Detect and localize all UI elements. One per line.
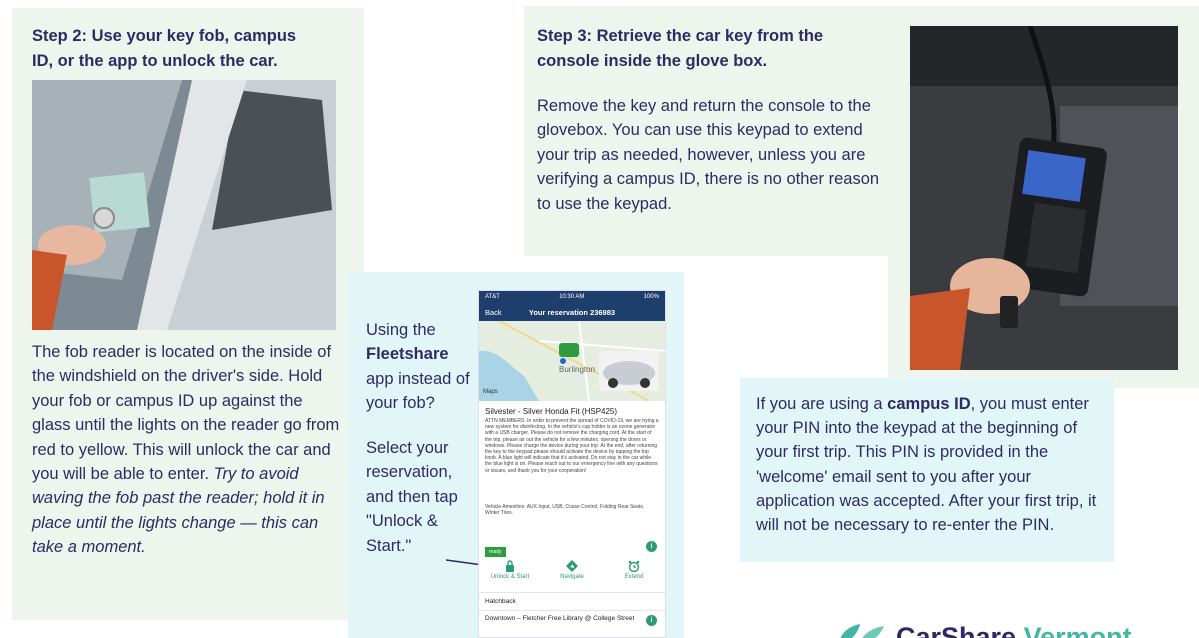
select-reservation-text: Select your reservation, and then tap "U… [366, 439, 458, 555]
leaf-logo-icon [840, 624, 884, 638]
phone-status-bar: AT&T 10:30 AM 100% [479, 291, 665, 303]
campus-id-text: If you are using a campus ID, you must e… [756, 395, 1097, 535]
ready-row: ready i [479, 540, 665, 557]
carshare-vermont-logo: CarShare Vermont [830, 616, 1199, 638]
car-window-photo [32, 80, 336, 330]
back-button[interactable]: Back [485, 308, 525, 317]
step3-heading: Step 3: Retrieve the car key from the co… [537, 27, 824, 70]
extend-button[interactable]: Extend [609, 560, 659, 592]
vehicle-name: Silvester - Silver Honda Fit (HSP425) [485, 407, 618, 416]
step2-description: The fob reader is located on the inside … [32, 343, 340, 557]
maps-badge: Maps [483, 389, 498, 395]
map-view[interactable]: Burlington Maps [479, 321, 665, 401]
logo-word-vermont: Vermont [1023, 622, 1132, 638]
navigate-button[interactable]: Navigate [547, 560, 597, 592]
info-icon[interactable]: i [646, 541, 657, 552]
car-type: Hatchback [485, 598, 516, 605]
logo-word-carshare: CarShare [896, 622, 1017, 638]
app-instead-text: Using the Fleetshare app instead of your… [366, 321, 470, 413]
location-info-icon[interactable]: i [646, 615, 657, 626]
vehicle-notice: ATTN MEMBERS: In order to prevent the sp… [485, 418, 659, 474]
keypad-console-photo [910, 26, 1178, 370]
lock-icon [506, 560, 514, 572]
phone-nav-bar: Back Your reservation 236983 [479, 303, 665, 321]
step2-heading: Step 2: Use your key fob, campus ID, or … [32, 27, 297, 70]
pickup-location[interactable]: Downtown – Fletcher Free Library @ Colle… [479, 611, 665, 627]
unlock-start-button[interactable]: Unlock & Start [485, 560, 535, 592]
map-city-label: Burlington [559, 365, 596, 374]
action-bar: Unlock & Start Navigate Extend [479, 556, 665, 592]
clock-icon [628, 560, 640, 572]
navigate-icon [566, 560, 578, 572]
vehicle-amenities: Vehicle Amenities: AUX Input, USB, Cruis… [485, 504, 645, 517]
fleetshare-phone-screenshot: AT&T 10:30 AM 100% Back Your reservation… [478, 290, 666, 638]
ready-badge: ready [485, 547, 506, 557]
reservation-title: Your reservation 236983 [528, 307, 616, 317]
step3-description: Remove the key and return the console to… [537, 97, 880, 213]
